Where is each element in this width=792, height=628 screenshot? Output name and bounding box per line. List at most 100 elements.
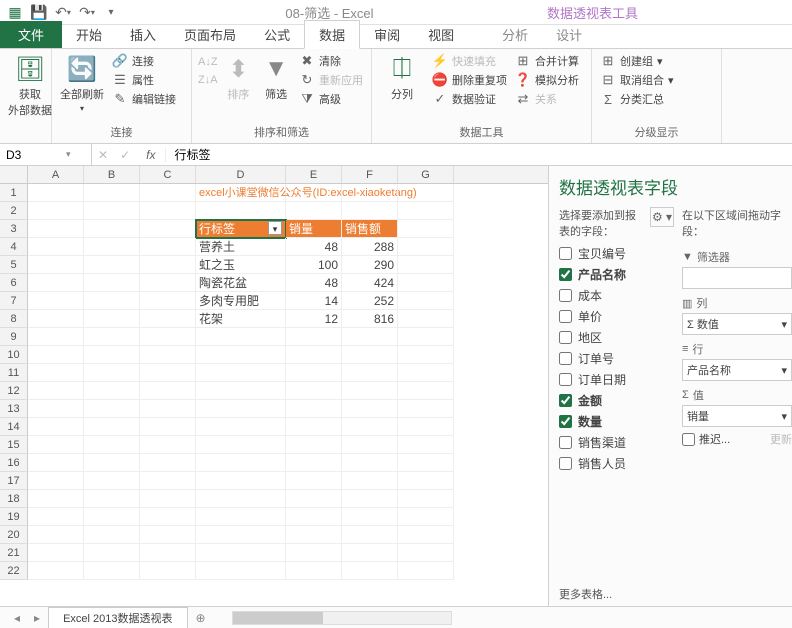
cell[interactable]: [286, 544, 342, 562]
cell[interactable]: [398, 526, 454, 544]
row-header[interactable]: 8: [0, 310, 28, 328]
cell[interactable]: [28, 184, 84, 202]
field-item[interactable]: 地区: [559, 327, 674, 348]
cell[interactable]: [28, 256, 84, 274]
field-checkbox[interactable]: [559, 394, 572, 407]
cell[interactable]: [84, 472, 140, 490]
cell[interactable]: [28, 508, 84, 526]
field-checkbox[interactable]: [559, 268, 572, 281]
field-item[interactable]: 数量: [559, 411, 674, 432]
row-header[interactable]: 3: [0, 220, 28, 238]
cell[interactable]: [84, 454, 140, 472]
cell[interactable]: [342, 346, 398, 364]
cell[interactable]: 行标签▾: [196, 220, 286, 238]
cell[interactable]: [140, 274, 196, 292]
cell[interactable]: [28, 292, 84, 310]
advanced-filter-button[interactable]: ⧩高级: [297, 90, 365, 108]
consolidate-button[interactable]: ⊞合并计算: [513, 52, 581, 70]
cell[interactable]: [398, 184, 454, 202]
field-checkbox[interactable]: [559, 247, 572, 260]
ungroup-button[interactable]: ⊟取消组合 ▾: [598, 71, 676, 89]
cell[interactable]: 营养土: [196, 238, 286, 256]
subtotal-button[interactable]: Σ分类汇总: [598, 90, 676, 108]
undo-icon[interactable]: ↶▾: [52, 1, 74, 23]
defer-checkbox[interactable]: [682, 433, 695, 446]
cell[interactable]: [28, 490, 84, 508]
cell[interactable]: [398, 508, 454, 526]
field-checkbox[interactable]: [559, 373, 572, 386]
cell[interactable]: [140, 418, 196, 436]
cell[interactable]: [28, 328, 84, 346]
cell[interactable]: 252: [342, 292, 398, 310]
gear-icon[interactable]: ⚙ ▾: [650, 207, 674, 227]
cell[interactable]: [196, 508, 286, 526]
name-box[interactable]: ▾: [0, 144, 92, 165]
cell[interactable]: [84, 544, 140, 562]
cell[interactable]: [398, 238, 454, 256]
cell[interactable]: [342, 508, 398, 526]
cell[interactable]: [286, 184, 342, 202]
select-all-corner[interactable]: [0, 166, 28, 183]
cell[interactable]: [342, 382, 398, 400]
field-checkbox[interactable]: [559, 457, 572, 470]
cell[interactable]: excel小课堂微信公众号(ID:excel-xiaoketang): [196, 184, 286, 202]
col-header[interactable]: A: [28, 166, 84, 183]
cell[interactable]: [84, 292, 140, 310]
rows-area[interactable]: 产品名称▾: [682, 359, 792, 381]
row-header[interactable]: 22: [0, 562, 28, 580]
cell[interactable]: 花架: [196, 310, 286, 328]
col-header[interactable]: F: [342, 166, 398, 183]
chevron-down-icon[interactable]: ▾: [781, 318, 787, 331]
sheet-nav-next-icon[interactable]: ▸: [28, 611, 46, 625]
cell[interactable]: [342, 418, 398, 436]
save-icon[interactable]: 💾: [28, 1, 50, 23]
relationships-button[interactable]: ⇄关系: [513, 90, 581, 108]
cell[interactable]: 48: [286, 274, 342, 292]
cell[interactable]: [398, 382, 454, 400]
field-item[interactable]: 单价: [559, 306, 674, 327]
cell[interactable]: [28, 310, 84, 328]
qat-customize-icon[interactable]: ▾: [100, 1, 122, 23]
row-header[interactable]: 7: [0, 292, 28, 310]
cell[interactable]: [28, 526, 84, 544]
cell[interactable]: [196, 328, 286, 346]
field-checkbox[interactable]: [559, 415, 572, 428]
cell[interactable]: [28, 364, 84, 382]
field-item[interactable]: 订单日期: [559, 369, 674, 390]
scroll-thumb[interactable]: [233, 612, 323, 624]
cell[interactable]: [398, 562, 454, 580]
cell[interactable]: [398, 256, 454, 274]
row-header[interactable]: 20: [0, 526, 28, 544]
cell[interactable]: [28, 220, 84, 238]
columns-area[interactable]: Σ 数值▾: [682, 313, 792, 335]
cell[interactable]: [398, 544, 454, 562]
cell[interactable]: [342, 328, 398, 346]
cell[interactable]: [286, 436, 342, 454]
cell[interactable]: 销量: [286, 220, 342, 238]
row-header[interactable]: 4: [0, 238, 28, 256]
cell[interactable]: [342, 400, 398, 418]
cell[interactable]: [286, 328, 342, 346]
edit-links-button[interactable]: ✎编辑链接: [110, 90, 178, 108]
cell[interactable]: [286, 490, 342, 508]
text-to-columns-button[interactable]: ⎅ 分列: [378, 52, 426, 104]
cell[interactable]: [286, 562, 342, 580]
cell[interactable]: [398, 292, 454, 310]
chevron-down-icon[interactable]: ▾: [781, 364, 787, 377]
cell[interactable]: [196, 544, 286, 562]
cell[interactable]: [398, 328, 454, 346]
formula-input[interactable]: [166, 148, 792, 162]
cell[interactable]: [28, 418, 84, 436]
cell[interactable]: [84, 526, 140, 544]
field-item[interactable]: 销售渠道: [559, 432, 674, 453]
cell[interactable]: [28, 454, 84, 472]
row-header[interactable]: 10: [0, 346, 28, 364]
cell[interactable]: [398, 202, 454, 220]
cell[interactable]: [28, 202, 84, 220]
cell[interactable]: [342, 184, 398, 202]
cell[interactable]: [140, 544, 196, 562]
cell[interactable]: [84, 274, 140, 292]
cell[interactable]: [140, 508, 196, 526]
connections-button[interactable]: 🔗连接: [110, 52, 178, 70]
cell[interactable]: [196, 202, 286, 220]
